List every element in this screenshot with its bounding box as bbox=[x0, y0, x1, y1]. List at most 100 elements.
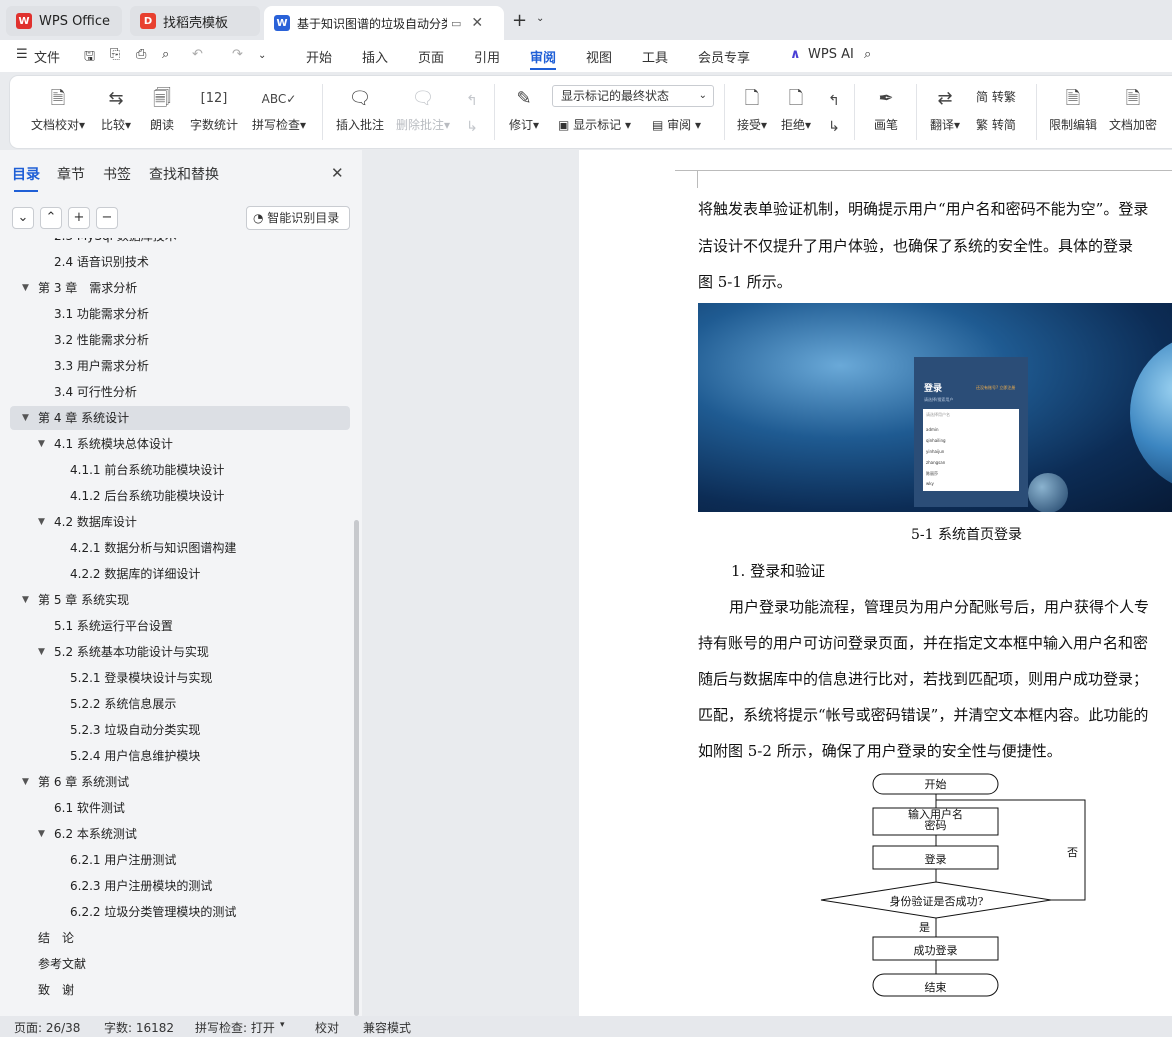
read-aloud-button[interactable]: 🗐 朗读 bbox=[144, 86, 180, 133]
toc-item[interactable]: ▼ 6.2 本系统测试 bbox=[10, 822, 350, 846]
expand-arrow-icon[interactable]: ▼ bbox=[38, 510, 45, 534]
search-icon[interactable]: ⌕ bbox=[864, 47, 871, 62]
toc-item[interactable]: 3.1 功能需求分析 bbox=[10, 302, 350, 326]
toc-item[interactable]: 5.2.2 系统信息展示 bbox=[10, 692, 350, 716]
proofread-indicator[interactable]: 校对 bbox=[315, 1019, 339, 1036]
toc-item[interactable]: ▼ 4.1 系统模块总体设计 bbox=[10, 432, 350, 456]
new-tab-icon[interactable]: + bbox=[512, 10, 527, 31]
toc-item[interactable]: 6.1 软件测试 bbox=[10, 796, 350, 820]
word-count-indicator[interactable]: 字数: 16182 bbox=[104, 1019, 174, 1036]
reject-button[interactable]: 🗋 拒绝▾ bbox=[776, 86, 816, 133]
menu-wps-ai[interactable]: WPS AI bbox=[808, 47, 854, 62]
toc-item[interactable]: 3.4 可行性分析 bbox=[10, 380, 350, 404]
toc-item[interactable]: ▼ 4.2 数据库设计 bbox=[10, 510, 350, 534]
export-icon[interactable]: ⎘ bbox=[110, 47, 120, 62]
tab-template[interactable]: D 找稻壳模板 bbox=[130, 6, 260, 36]
expand-arrow-icon[interactable]: ▼ bbox=[22, 276, 29, 300]
toc-item[interactable]: 2.4 语音识别技术 bbox=[10, 250, 350, 274]
next-change-button[interactable]: ↳ bbox=[822, 114, 846, 144]
undo-icon[interactable]: ↶ bbox=[192, 47, 203, 62]
tab-document[interactable]: W 基于知识图谱的垃圾自动分类 ▭ ✕ bbox=[264, 6, 504, 40]
menu-file[interactable]: 文件 bbox=[34, 47, 60, 66]
word-count-button[interactable]: [12] 字数统计 bbox=[186, 86, 242, 133]
toc-item[interactable]: 结 论 bbox=[10, 926, 350, 950]
tab-wps-office[interactable]: W WPS Office bbox=[6, 6, 122, 36]
document-page[interactable]: 将触发表单验证机制，明确提示用户“用户名和密码不能为空”。登录 洁设计不仅提升了… bbox=[579, 150, 1172, 1016]
print-icon[interactable]: ⎙ bbox=[136, 47, 146, 62]
expand-arrow-icon[interactable]: ▼ bbox=[22, 588, 29, 612]
toc-item[interactable]: 5.2.1 登录模块设计与实现 bbox=[10, 666, 350, 690]
menu-insert[interactable]: 插入 bbox=[362, 47, 388, 66]
wps-ai-icon[interactable]: ∧ bbox=[790, 47, 801, 62]
doc-check-button[interactable]: 🗎 文档校对▾ bbox=[26, 86, 90, 133]
menu-page[interactable]: 页面 bbox=[418, 47, 444, 66]
compare-button[interactable]: ⇆ 比较▾ bbox=[96, 86, 136, 133]
tab-chapters[interactable]: 章节 bbox=[57, 164, 85, 184]
hamburger-icon[interactable]: ☰ bbox=[16, 47, 28, 62]
toc-item[interactable]: 4.2.1 数据分析与知识图谱构建 bbox=[10, 536, 350, 560]
markup-select[interactable]: 显示标记的最终状态 ⌄ bbox=[552, 85, 714, 107]
to-simplified-button[interactable]: 繁 转简 bbox=[976, 116, 1016, 133]
toc-item[interactable]: 4.2.2 数据库的详细设计 bbox=[10, 562, 350, 586]
review-pane-button[interactable]: ▤ 审阅 ▾ bbox=[652, 116, 701, 133]
toc-item[interactable]: 参考文献 bbox=[10, 952, 350, 976]
spell-check-button[interactable]: ABC✓ 拼写检查▾ bbox=[248, 86, 310, 133]
chevron-down-icon[interactable]: ⌄ bbox=[536, 13, 544, 24]
toc-item[interactable]: 5.2.4 用户信息维护模块 bbox=[10, 744, 350, 768]
toc-item[interactable]: 5.1 系统运行平台设置 bbox=[10, 614, 350, 638]
tab-bookmarks[interactable]: 书签 bbox=[103, 164, 131, 184]
expand-arrow-icon[interactable]: ▼ bbox=[22, 406, 29, 430]
menu-tools[interactable]: 工具 bbox=[642, 47, 668, 66]
scrollbar[interactable] bbox=[354, 520, 359, 1016]
expand-arrow-icon[interactable]: ▼ bbox=[38, 432, 45, 456]
toc-item[interactable]: ▼ 第 5 章 系统实现 bbox=[10, 588, 350, 612]
print-preview-icon[interactable]: ⌕ bbox=[162, 47, 169, 62]
spell-check-indicator[interactable]: 拼写检查: 打开 bbox=[195, 1019, 275, 1036]
menu-view[interactable]: 视图 bbox=[586, 47, 612, 66]
next-comment-button[interactable]: ↳ bbox=[460, 114, 484, 144]
show-markup-button[interactable]: ▣ 显示标记 ▾ bbox=[558, 116, 631, 133]
expand-arrow-icon[interactable]: ▼ bbox=[38, 822, 45, 846]
menu-member[interactable]: 会员专享 bbox=[698, 47, 750, 66]
close-icon[interactable]: ✕ bbox=[331, 164, 344, 182]
menu-reference[interactable]: 引用 bbox=[474, 47, 500, 66]
accept-button[interactable]: 🗋 接受▾ bbox=[732, 86, 772, 133]
save-icon[interactable]: 🖫 bbox=[84, 47, 95, 69]
remove-heading-icon[interactable]: − bbox=[96, 207, 118, 229]
restrict-edit-button[interactable]: 🗎 限制编辑 bbox=[1044, 86, 1102, 133]
delete-comment-button[interactable]: 🗨 删除批注▾ bbox=[392, 86, 454, 133]
toc-item[interactable]: 3.3 用户需求分析 bbox=[10, 354, 350, 378]
toc-item[interactable]: 6.2.3 用户注册模块的测试 bbox=[10, 874, 350, 898]
tab-toc[interactable]: 目录 bbox=[12, 164, 40, 192]
toc-item[interactable]: 5.2.3 垃圾自动分类实现 bbox=[10, 718, 350, 742]
ai-toc-button[interactable]: ◔ 智能识别目录 bbox=[246, 206, 350, 230]
expand-up-icon[interactable]: ⌃ bbox=[40, 207, 62, 229]
toc-item[interactable]: 2.3 MySql 数据库技术 bbox=[10, 238, 350, 248]
translate-button[interactable]: ⇄ 翻译▾ bbox=[924, 86, 966, 133]
to-traditional-button[interactable]: 简 转繁 bbox=[976, 88, 1016, 105]
toc-item[interactable]: 6.2.1 用户注册测试 bbox=[10, 848, 350, 872]
toc-item[interactable]: ▼ 第 3 章 需求分析 bbox=[10, 276, 350, 300]
close-tab-icon[interactable]: ✕ bbox=[471, 15, 483, 31]
toc-item[interactable]: 4.1.2 后台系统功能模块设计 bbox=[10, 484, 350, 508]
toc-item[interactable]: ▼ 第 4 章 系统设计 bbox=[10, 406, 350, 430]
add-heading-icon[interactable]: + bbox=[68, 207, 90, 229]
page-indicator[interactable]: 页面: 26/38 bbox=[14, 1019, 80, 1036]
toc-item[interactable]: ▼ 5.2 系统基本功能设计与实现 bbox=[10, 640, 350, 664]
toc-item[interactable]: 6.2.2 垃圾分类管理模块的测试 bbox=[10, 900, 350, 924]
pen-button[interactable]: ✒ 画笔 bbox=[866, 86, 906, 133]
toc-item[interactable]: 4.1.1 前台系统功能模块设计 bbox=[10, 458, 350, 482]
collapse-all-icon[interactable]: ⌄ bbox=[12, 207, 34, 229]
menu-start[interactable]: 开始 bbox=[306, 47, 332, 66]
screen-icon[interactable]: ▭ bbox=[451, 17, 461, 30]
toc-item[interactable]: 致 谢 bbox=[10, 978, 350, 1002]
redo-icon[interactable]: ↷ bbox=[232, 47, 243, 62]
more-icon[interactable]: ⌄ bbox=[258, 50, 266, 61]
track-changes-button[interactable]: ✎ 修订▾ bbox=[504, 86, 544, 133]
tab-find-replace[interactable]: 查找和替换 bbox=[149, 164, 219, 184]
chevron-down-icon[interactable]: ▾ bbox=[280, 1020, 285, 1030]
expand-arrow-icon[interactable]: ▼ bbox=[22, 770, 29, 794]
menu-review[interactable]: 审阅 bbox=[530, 47, 556, 66]
insert-comment-button[interactable]: 🗨 插入批注 bbox=[332, 86, 388, 133]
expand-arrow-icon[interactable]: ▼ bbox=[38, 640, 45, 664]
